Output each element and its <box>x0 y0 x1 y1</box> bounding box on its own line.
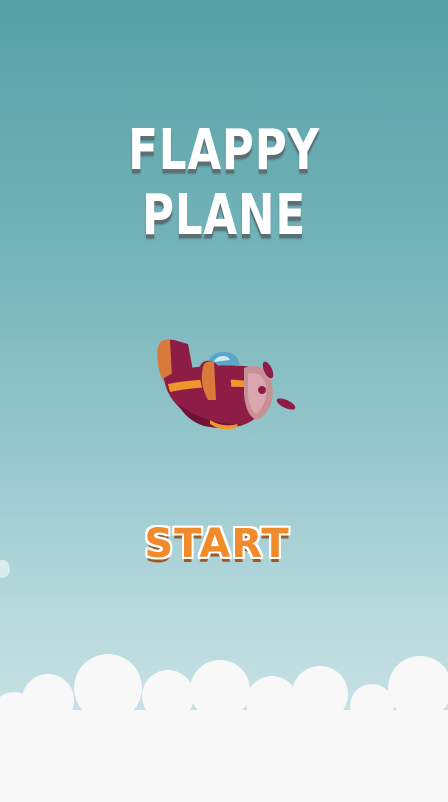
plane-icon <box>157 339 296 430</box>
small-cloud-icon <box>0 560 10 578</box>
game-screen[interactable]: FLAPPY PLANE START <box>0 0 448 802</box>
start-button[interactable]: START <box>104 516 330 572</box>
clouds-icon <box>0 654 448 802</box>
game-title: FLAPPY PLANE <box>128 118 320 248</box>
